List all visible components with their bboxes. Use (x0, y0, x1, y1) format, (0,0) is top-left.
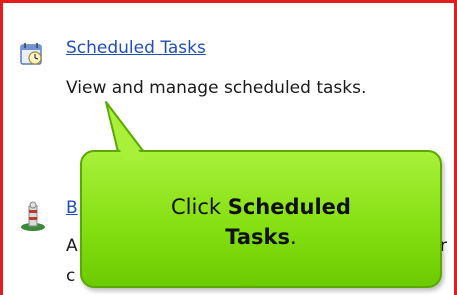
scheduled-tasks-link[interactable]: Scheduled Tasks (66, 38, 206, 58)
scheduled-tasks-description: View and manage scheduled tasks. (66, 78, 367, 98)
partial-entry-link[interactable]: B (66, 198, 78, 218)
callout-emphasis-line2: Tasks (225, 225, 291, 249)
user-computer-icon[interactable] (20, 200, 46, 232)
partial-entry-description-fragment-2: c (66, 266, 76, 286)
partial-entry-description-fragment: A (66, 236, 78, 256)
callout-suffix: . (290, 225, 297, 249)
callout-prefix: Click (171, 195, 228, 219)
callout-emphasis-line1: Scheduled (227, 195, 351, 219)
callout-text: Click Scheduled Tasks. (80, 192, 442, 252)
scheduled-tasks-icon[interactable] (18, 40, 46, 68)
